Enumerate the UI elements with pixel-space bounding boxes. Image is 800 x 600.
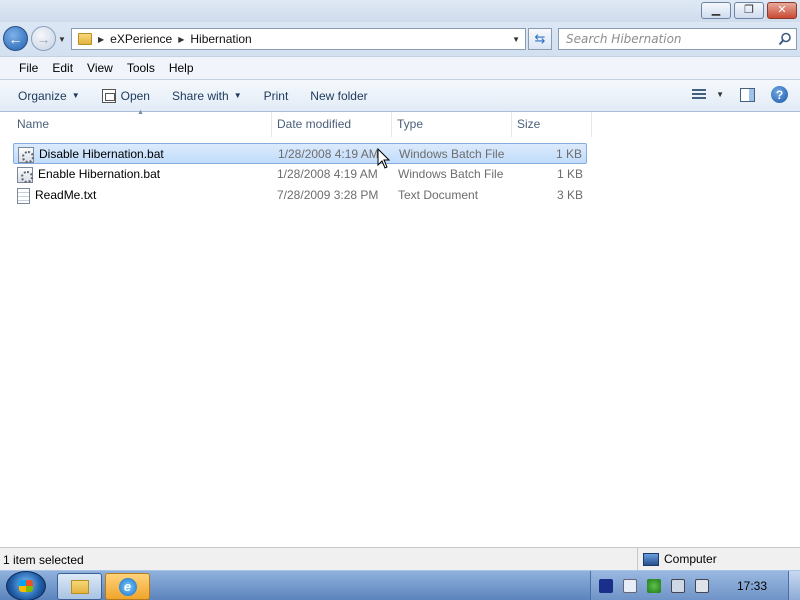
folder-icon bbox=[78, 33, 92, 45]
menu-file[interactable]: File bbox=[12, 61, 45, 75]
file-list-pane: ▲ Name Date modified Type Size Disable H… bbox=[0, 109, 800, 547]
file-size: 1 KB bbox=[555, 147, 582, 161]
breadcrumb-arrow-icon[interactable]: ▶ bbox=[98, 35, 104, 44]
file-row[interactable]: Enable Hibernation.bat 1/28/2008 4:19 AM… bbox=[13, 164, 587, 185]
forward-button[interactable]: → bbox=[31, 26, 56, 51]
back-button[interactable]: ← bbox=[3, 26, 28, 51]
file-name: ReadMe.txt bbox=[35, 188, 97, 202]
column-header-type[interactable]: Type bbox=[392, 112, 512, 137]
location-status: Computer bbox=[637, 548, 717, 570]
breadcrumb-item[interactable]: eXPerience bbox=[110, 32, 172, 46]
print-label: Print bbox=[263, 88, 289, 103]
file-size: 1 KB bbox=[556, 167, 583, 181]
new-folder-label: New folder bbox=[310, 88, 368, 103]
network-icon[interactable] bbox=[671, 579, 685, 593]
title-bar: ▁ ❐ ✕ bbox=[0, 0, 800, 22]
open-button[interactable]: Open bbox=[95, 88, 157, 103]
navigation-bar: ← → ▼ ▶ eXPerience ▶ Hibernation ▼ ⇆ bbox=[0, 22, 800, 56]
views-icon bbox=[692, 88, 707, 101]
batch-file-icon bbox=[18, 146, 34, 163]
change-view-button[interactable]: ▼ bbox=[692, 88, 724, 101]
status-bar: 1 item selected Computer bbox=[0, 547, 800, 570]
file-list: Disable Hibernation.bat 1/28/2008 4:19 A… bbox=[13, 143, 587, 206]
file-row[interactable]: ReadMe.txt 7/28/2009 3:28 PM Text Docume… bbox=[13, 185, 587, 206]
file-size: 3 KB bbox=[556, 188, 583, 202]
taskbar-internet-explorer-button[interactable]: e bbox=[105, 573, 150, 600]
taskbar: e 17:33 bbox=[0, 570, 800, 600]
share-with-button[interactable]: Share with ▼ bbox=[165, 89, 249, 103]
menu-view[interactable]: View bbox=[80, 61, 120, 75]
search-icon[interactable] bbox=[778, 32, 792, 46]
menu-bar: File Edit View Tools Help bbox=[0, 56, 800, 80]
taskbar-explorer-button[interactable] bbox=[57, 573, 102, 600]
file-name-cell: Disable Hibernation.bat bbox=[18, 144, 164, 165]
document-icon[interactable] bbox=[623, 579, 637, 593]
file-date: 7/28/2009 3:28 PM bbox=[277, 188, 379, 202]
start-button[interactable] bbox=[6, 571, 46, 600]
computer-icon bbox=[643, 552, 659, 566]
volume-muted-icon[interactable] bbox=[695, 579, 709, 593]
text-file-icon bbox=[17, 187, 30, 204]
forward-arrow-icon: → bbox=[36, 30, 51, 47]
file-date: 1/28/2008 4:19 AM bbox=[277, 167, 378, 181]
folder-icon bbox=[70, 579, 89, 594]
window-controls: ▁ ❐ ✕ bbox=[701, 2, 797, 19]
file-name: Disable Hibernation.bat bbox=[39, 147, 164, 161]
file-name-cell: ReadMe.txt bbox=[17, 185, 96, 206]
column-headers: ▲ Name Date modified Type Size bbox=[0, 109, 800, 137]
selection-status: 1 item selected bbox=[3, 553, 84, 567]
clock[interactable]: 17:33 bbox=[737, 579, 767, 593]
batch-file-icon bbox=[17, 166, 33, 183]
new-folder-button[interactable]: New folder bbox=[303, 89, 374, 103]
file-type: Text Document bbox=[398, 188, 479, 202]
share-with-label: Share with bbox=[171, 88, 229, 103]
organize-button[interactable]: Organize ▼ bbox=[11, 89, 87, 103]
minimize-button[interactable]: ▁ bbox=[701, 2, 731, 19]
menu-help[interactable]: Help bbox=[162, 61, 201, 75]
refresh-button[interactable]: ⇆ bbox=[528, 28, 552, 50]
view-controls: ▼ ? bbox=[692, 86, 788, 103]
address-bar[interactable]: ▶ eXPerience ▶ Hibernation ▼ bbox=[71, 28, 526, 50]
show-desktop-button[interactable] bbox=[788, 571, 800, 600]
location-label: Computer bbox=[664, 552, 717, 566]
preview-pane-icon[interactable] bbox=[740, 87, 755, 102]
recent-pages-dropdown[interactable]: ▼ bbox=[58, 35, 66, 44]
file-name: Enable Hibernation.bat bbox=[38, 167, 161, 181]
search-input[interactable] bbox=[566, 32, 766, 46]
internet-explorer-icon: e bbox=[118, 577, 137, 596]
breadcrumb-item[interactable]: Hibernation bbox=[190, 32, 251, 46]
restore-button[interactable]: ❐ bbox=[734, 2, 764, 19]
open-icon bbox=[101, 88, 116, 103]
file-type: Windows Batch File bbox=[399, 147, 505, 161]
back-arrow-icon: ← bbox=[8, 30, 23, 47]
open-label: Open bbox=[120, 88, 150, 103]
search-box[interactable] bbox=[558, 28, 797, 50]
print-button[interactable]: Print bbox=[257, 89, 296, 103]
menu-edit[interactable]: Edit bbox=[45, 61, 80, 75]
security-icon[interactable] bbox=[647, 579, 661, 593]
column-header-size[interactable]: Size bbox=[512, 112, 592, 137]
help-icon[interactable]: ? bbox=[771, 86, 788, 103]
chevron-down-icon: ▼ bbox=[71, 91, 80, 100]
file-date: 1/28/2008 4:19 AM bbox=[278, 147, 379, 161]
address-dropdown-icon[interactable]: ▼ bbox=[512, 35, 520, 44]
breadcrumb-arrow-icon[interactable]: ▶ bbox=[178, 35, 184, 44]
chevron-down-icon: ▼ bbox=[233, 91, 242, 100]
column-header-date-modified[interactable]: Date modified bbox=[272, 112, 392, 137]
menu-tools[interactable]: Tools bbox=[120, 61, 162, 75]
language-icon[interactable] bbox=[599, 579, 613, 593]
file-row[interactable]: Disable Hibernation.bat 1/28/2008 4:19 A… bbox=[13, 143, 587, 164]
close-button[interactable]: ✕ bbox=[767, 2, 797, 19]
chevron-down-icon: ▼ bbox=[716, 90, 724, 99]
column-header-name[interactable]: Name bbox=[12, 112, 272, 137]
command-bar: Organize ▼ Open Share with ▼ Print New f… bbox=[0, 80, 800, 112]
file-name-cell: Enable Hibernation.bat bbox=[17, 164, 160, 185]
system-tray: 17:33 bbox=[590, 571, 800, 600]
refresh-icon: ⇆ bbox=[534, 31, 546, 46]
file-type: Windows Batch File bbox=[398, 167, 504, 181]
organize-label: Organize bbox=[18, 88, 67, 103]
mouse-cursor-icon bbox=[377, 148, 391, 169]
